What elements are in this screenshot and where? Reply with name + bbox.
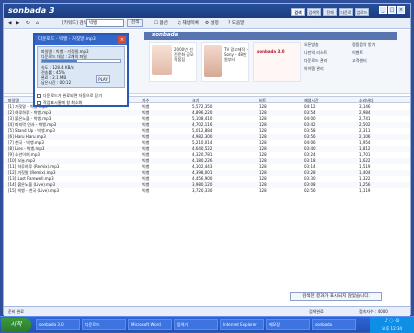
- download-popup: 다운로드 - 빅뱅 - 거짓말.mp3 × 파일명 : 빅뱅 - 거짓말.mp3…: [33, 33, 129, 107]
- toolbar-refresh-icon[interactable]: ↻: [26, 20, 30, 27]
- start-button[interactable]: 시작: [1, 318, 31, 332]
- option-minimize[interactable]: 작업표시줄에 창 최소화: [37, 99, 125, 106]
- toolbar-back-icon[interactable]: ◀: [8, 20, 11, 27]
- close-button[interactable]: ×: [397, 6, 405, 14]
- nav-search-list[interactable]: 검색목록: [307, 8, 321, 22]
- search-button[interactable]: 검색: [127, 19, 143, 27]
- status-bar: 준비 완료 검색완료 접속자수 : 4000: [4, 306, 410, 316]
- toolbar-forward-icon[interactable]: ▶: [16, 20, 19, 27]
- toolbar-settings-icon[interactable]: ⚙ 설정: [205, 20, 219, 27]
- toolbar-help-icon[interactable]: ? 도움말: [228, 20, 244, 27]
- nav-search[interactable]: 검색: [291, 8, 305, 16]
- minimize-button[interactable]: _: [379, 6, 387, 14]
- banner-header: [144, 32, 397, 40]
- task-6[interactable]: 메모장: [266, 319, 310, 330]
- banner-tag: sonbada: [152, 32, 179, 38]
- taskbar: 시작 sonbada 3.0 다운로드 Microsoft Word 탐색기 I…: [0, 316, 414, 333]
- checkbox-icon[interactable]: [37, 94, 41, 98]
- menu-open-broadcast[interactable]: 오픈방송: [304, 42, 319, 48]
- result-table: [1] 거짓말 - 빅뱅.mp3 빅뱅 5,572,350 128 04:12 …: [4, 104, 410, 194]
- nav-upload[interactable]: 업로드: [355, 8, 369, 16]
- menu-my-list[interactable]: 나만의 리스트: [304, 50, 327, 56]
- popup-body: 파일명 : 빅뱅 - 거짓말.mp3 다운로드 대상 : 2개의 파일 속도 :…: [37, 46, 125, 88]
- option-minimize-label: 작업표시줄에 창 최소화: [43, 100, 83, 105]
- search-label: [키워드] 검색: [62, 21, 88, 26]
- option-auto-close-label: 다운로드가 완료되면 자동으로 닫기: [43, 93, 103, 98]
- toolbar: ◀ ▶ ↻ ⌂ [키워드] 검색 빅뱅 검색 ☐ 옵션 ♫ 재생목록 ⚙ 설정 …: [4, 18, 410, 29]
- toolbar-playlist-icon[interactable]: ♫ 재생목록: [177, 20, 199, 27]
- option-auto-close[interactable]: 다운로드가 완료되면 자동으로 닫기: [37, 92, 125, 99]
- play-button[interactable]: PLAY: [96, 75, 110, 83]
- tray-clock: 오후 12:34: [381, 326, 403, 331]
- status-center: 검색완료: [309, 309, 324, 314]
- menu-support[interactable]: 고객센터: [352, 58, 367, 64]
- popup-line-remaining: 남은시간 : 00:12: [41, 80, 72, 85]
- nav-download[interactable]: 다운로드: [339, 8, 353, 22]
- no-results-button[interactable]: 검색한 결과가 표시되지 않았습니다.: [290, 292, 382, 301]
- task-2[interactable]: 다운로드: [82, 319, 126, 330]
- nav-all[interactable]: 전체: [323, 8, 337, 16]
- maximize-button[interactable]: □: [388, 6, 396, 14]
- menu-buy-music[interactable]: 정품음악 받기: [352, 42, 375, 48]
- titlebar: sonbada 3 검색 검색목록 전체 다운로드 업로드 _ □ ×: [4, 4, 410, 22]
- download-progress-fill: [42, 60, 78, 62]
- toolbar-options-icon[interactable]: ☐ 옵션: [154, 20, 168, 27]
- ad-photo-1: [152, 45, 172, 75]
- popup-title[interactable]: 다운로드 - 빅뱅 - 거짓말.mp3: [35, 35, 127, 45]
- task-5[interactable]: Internet Explorer: [220, 319, 264, 330]
- ad-box-3[interactable]: sonbada 3.0: [253, 42, 301, 82]
- popup-close-button[interactable]: ×: [118, 36, 126, 44]
- ad-text-1: 2000년 선진문화 공모작품집: [174, 47, 194, 62]
- menu-event[interactable]: 이벤트: [352, 50, 363, 56]
- ad-box-2[interactable]: TV 광고제작 - Sony - 48만원부터: [201, 42, 249, 82]
- table-row[interactable]: [15] 빅뱅 - 천국 (Live).mp3 빅뱅 3,720,330 128…: [4, 188, 410, 194]
- ad-text-3: sonbada 3.0: [257, 49, 285, 54]
- desktop: sonbada 3 검색 검색목록 전체 다운로드 업로드 _ □ × ◀ ▶ …: [0, 0, 414, 333]
- ad-box-1[interactable]: 2000년 선진문화 공모작품집: [149, 42, 197, 82]
- tray-icons[interactable]: ♪ ◌ ⊙: [372, 318, 412, 324]
- task-1[interactable]: sonbada 3.0: [36, 319, 80, 330]
- menu-item-manage[interactable]: 아이템 관리: [304, 66, 324, 72]
- task-4[interactable]: 탐색기: [174, 319, 218, 330]
- ad-photo-2: [204, 45, 222, 77]
- checkbox-icon[interactable]: [37, 101, 41, 105]
- status-right: 접속자수 : 4000: [359, 309, 388, 314]
- app-logo: sonbada 3: [8, 6, 55, 15]
- banner-menu: 오픈방송 나만의 리스트 다운로드 관리 아이템 관리 정품음악 받기 이벤트 …: [304, 42, 396, 80]
- status-left: 준비 완료: [8, 309, 24, 314]
- search-input[interactable]: 빅뱅: [86, 19, 124, 27]
- toolbar-home-icon[interactable]: ⌂: [36, 20, 39, 27]
- popup-options: 다운로드가 완료되면 자동으로 닫기 작업표시줄에 창 최소화: [37, 92, 125, 106]
- system-tray: ♪ ◌ ⊙ 오후 12:34: [370, 317, 414, 333]
- task-3[interactable]: Microsoft Word: [128, 319, 172, 330]
- task-7[interactable]: sonbada: [312, 319, 356, 330]
- ad-text-2: TV 광고제작 - Sony - 48만원부터: [224, 47, 248, 62]
- download-progress-bar: [41, 59, 121, 63]
- menu-download-manage[interactable]: 다운로드 관리: [304, 58, 327, 64]
